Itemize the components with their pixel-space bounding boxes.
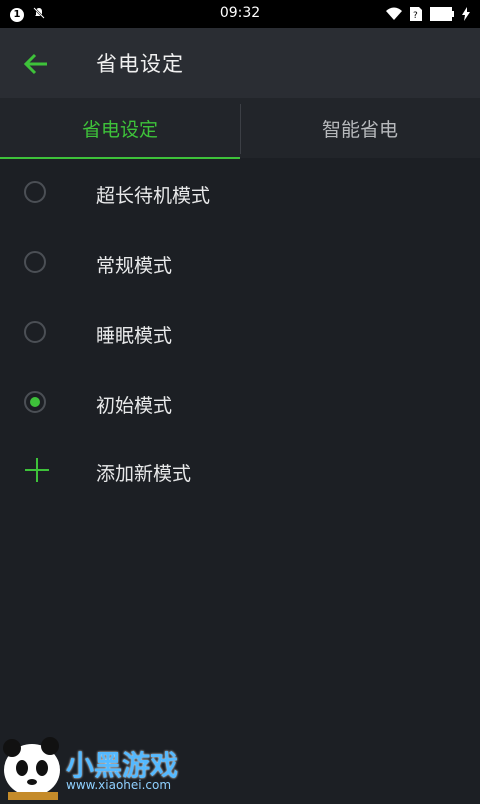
radio-button[interactable]: [24, 251, 46, 273]
radio-button[interactable]: [24, 321, 46, 343]
panda-icon: [3, 737, 60, 800]
back-button[interactable]: [22, 50, 52, 78]
watermark-url: www.xiaohei.com: [66, 778, 172, 792]
radio-button[interactable]: [24, 181, 46, 203]
mode-list: 超长待机模式 常规模式 睡眠模式 初始模式: [0, 159, 480, 439]
status-bar: 1 09:32 ?: [0, 0, 480, 28]
charging-icon: [462, 6, 470, 25]
sim-icon: ?: [410, 6, 422, 25]
wifi-icon: [386, 6, 402, 25]
battery-icon: [430, 6, 454, 25]
status-right: ?: [386, 6, 470, 25]
plus-icon: [25, 458, 49, 482]
mode-label: 超长待机模式: [96, 185, 211, 207]
add-mode-button[interactable]: 添加新模式: [0, 439, 480, 501]
mode-label: 睡眠模式: [96, 325, 173, 347]
radio-button-checked[interactable]: [24, 391, 46, 413]
mode-label: 常规模式: [96, 255, 173, 277]
svg-text:?: ?: [413, 11, 418, 21]
mode-item-normal[interactable]: 常规模式: [0, 229, 480, 299]
tab-power-settings[interactable]: 省电设定: [0, 98, 240, 158]
add-mode-label: 添加新模式: [96, 463, 192, 485]
arrow-left-icon: [22, 53, 50, 82]
mode-item-initial[interactable]: 初始模式: [0, 369, 480, 439]
mode-item-sleep[interactable]: 睡眠模式: [0, 299, 480, 369]
tab-label: 省电设定: [81, 118, 158, 141]
tab-bar: 省电设定 智能省电: [0, 98, 480, 158]
page-title: 省电设定: [96, 52, 184, 76]
tab-smart-power[interactable]: 智能省电: [240, 98, 480, 158]
app-bar: 省电设定: [0, 28, 480, 98]
mode-item-ultra-standby[interactable]: 超长待机模式: [0, 159, 480, 229]
mode-label: 初始模式: [96, 395, 173, 417]
tab-label: 智能省电: [321, 118, 398, 141]
